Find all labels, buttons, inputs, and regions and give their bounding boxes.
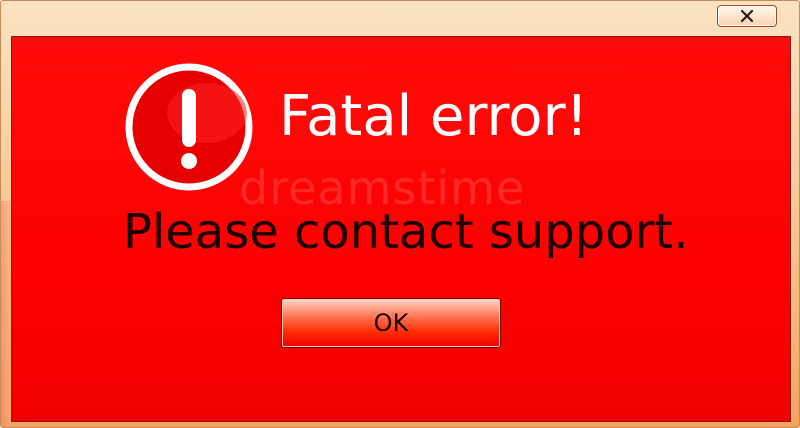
- window-edge-decoration: [1, 201, 11, 427]
- close-icon: [740, 10, 754, 22]
- close-button[interactable]: [717, 5, 777, 27]
- error-title: Fatal error!: [279, 84, 589, 149]
- error-message: Please contact support.: [123, 204, 689, 260]
- title-bar: [1, 1, 799, 33]
- ok-button[interactable]: OK: [281, 298, 501, 348]
- exclamation-alert-icon: [125, 63, 253, 191]
- error-dialog-window: Fatal error! dreamstime Please contact s…: [0, 0, 800, 428]
- ok-button-label: OK: [373, 309, 409, 337]
